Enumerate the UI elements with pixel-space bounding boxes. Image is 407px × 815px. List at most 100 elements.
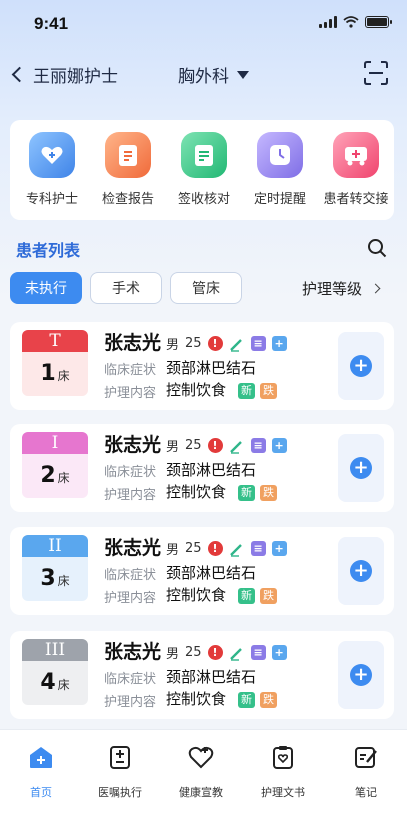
content-text: 控制饮食 [166,586,227,604]
bed-badge: III 4床 [22,639,88,705]
symptom-value: 颈部淋巴结石 [166,564,257,582]
bed-badge: II 3床 [22,535,88,601]
scan-icon[interactable] [363,60,389,86]
status-time: 9:41 [34,14,69,33]
fall-risk-tag: 跌 [260,485,277,501]
search-icon[interactable] [367,238,387,258]
document-icon [273,746,293,769]
tab-label: 护理文书 [261,786,305,799]
content-text: 控制饮食 [166,381,227,399]
signal-icon [319,16,337,28]
quick-action-label: 患者转交接 [323,192,389,207]
fall-risk-tag: 跌 [260,588,277,604]
department-label: 胸外科 [178,67,229,87]
content-label: 护理内容 [104,386,157,401]
bed-number-box: 2床 [22,454,88,498]
patient-card[interactable]: T 1床 张志光 男 25 ! ≡ + 临床症状 颈部淋巴结石 护理内容 控制饮… [10,322,394,410]
tab-label: 健康宣教 [179,786,223,799]
quick-action-report[interactable]: 检查报告 [90,132,166,207]
alert-icon: ! [207,645,223,660]
tab-label: 笔记 [355,786,377,799]
plus-icon: + [271,645,287,660]
content-label: 护理内容 [104,695,157,710]
patient-name: 张志光 [104,332,162,354]
add-icon: + [350,355,372,377]
back-button[interactable]: 王丽娜护士 [11,62,118,87]
checklist-icon [181,132,227,178]
patient-name: 张志光 [104,641,162,663]
add-button[interactable]: + [338,434,384,502]
tab-orders[interactable]: 医嘱执行 [80,744,160,800]
nurse-level-filter[interactable]: 护理等级 [302,278,381,299]
bed-number: 1 [40,361,56,386]
alert-icon: ! [207,336,223,351]
patient-age: 25 [185,645,202,660]
pen-icon [229,440,242,454]
bed-number-box: 4床 [22,661,88,705]
bed-number: 2 [40,463,56,488]
patient-card[interactable]: II 3床 张志光 男 25 ! ≡ + 临床症状 颈部淋巴结石 护理内容 控制… [10,527,394,615]
symptom-label: 临床症状 [104,465,157,480]
transfer-icon [333,132,379,178]
nav-bar: 王丽娜护士 胸外科 [0,56,407,96]
new-tag: 新 [238,588,255,604]
pen-icon [229,647,242,661]
add-button[interactable]: + [338,537,384,605]
report-icon [105,132,151,178]
nursing-level-label: T [22,330,88,352]
quick-action-transfer[interactable]: 患者转交接 [318,132,394,207]
bed-unit: 床 [57,471,70,485]
quick-action-label: 专科护士 [25,192,78,207]
bed-number: 4 [40,670,56,695]
tab-home[interactable]: 首页 [1,744,81,800]
patient-card[interactable]: III 4床 张志光 男 25 ! ≡ + 临床症状 颈部淋巴结石 护理内容 控… [10,631,394,719]
new-tag: 新 [238,383,255,399]
bed-badge: T 1床 [22,330,88,396]
filter-tab-surgery[interactable]: 手术 [90,272,162,304]
content-value: 控制饮食 新 跌 [166,481,277,502]
content-label: 护理内容 [104,591,157,606]
patient-age: 25 [185,541,202,556]
patient-age: 25 [185,336,202,351]
plus-icon: + [271,541,287,556]
tab-health-education[interactable]: 健康宣教 [161,744,241,800]
add-icon: + [350,664,372,686]
quick-action-reminder[interactable]: 定时提醒 [242,132,318,207]
patient-gender: 男 [166,338,180,353]
quick-action-label: 定时提醒 [253,192,306,207]
tab-label: 医嘱执行 [98,786,142,799]
quick-action-checklist[interactable]: 签收核对 [166,132,242,207]
plus-icon: + [271,438,287,453]
filter-tab-pending[interactable]: 未执行 [10,272,82,304]
patient-card[interactable]: I 2床 张志光 男 25 ! ≡ + 临床症状 颈部淋巴结石 护理内容 控制饮… [10,424,394,512]
quick-action-label: 签收核对 [177,192,230,207]
alert-icon: ! [207,438,223,453]
patient-name: 张志光 [104,537,162,559]
symptom-value: 颈部淋巴结石 [166,668,257,686]
content-text: 控制饮食 [166,690,227,708]
add-button[interactable]: + [338,641,384,709]
alert-icon: ! [207,541,223,556]
bed-unit: 床 [57,574,70,588]
nursing-level-label: I [22,432,88,454]
quick-action-label: 检查报告 [101,192,154,207]
clock-icon [257,132,303,178]
filter-tab-bed-management[interactable]: 管床 [170,272,242,304]
nursing-level-label: III [22,639,88,661]
fall-risk-tag: 跌 [260,383,277,399]
chevron-left-icon [11,66,28,83]
nursing-level-label: II [22,535,88,557]
quick-action-specialist[interactable]: 专科护士 [14,132,90,207]
tab-nursing-docs[interactable]: 护理文书 [243,744,323,800]
battery-icon [365,16,392,28]
wifi-icon [343,16,359,28]
status-icons [319,16,392,28]
content-value: 控制饮食 新 跌 [166,688,277,709]
patient-gender: 男 [166,647,180,662]
document-icon: ≡ [250,438,266,453]
plus-icon: + [271,336,287,351]
nurse-name: 王丽娜护士 [33,67,118,87]
tab-notes[interactable]: 笔记 [326,744,406,800]
add-button[interactable]: + [338,332,384,400]
department-selector[interactable]: 胸外科 [178,62,249,87]
